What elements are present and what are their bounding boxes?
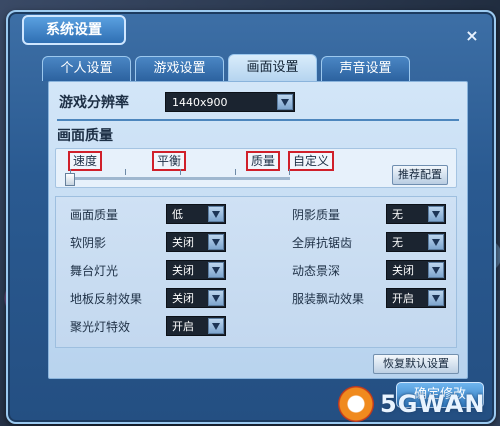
slider-thumb[interactable] xyxy=(65,173,75,186)
slider-tick xyxy=(235,169,236,175)
quality-section-title: 画面质量 xyxy=(57,128,113,144)
option-label: 动态景深 xyxy=(292,264,341,278)
option-label: 服装飘动效果 xyxy=(292,292,365,306)
recommended-config-button[interactable]: 推荐配置 xyxy=(392,165,448,185)
option-value: 开启 xyxy=(392,292,414,305)
option-label: 全屏抗锯齿 xyxy=(292,236,353,250)
option-select[interactable]: 无 xyxy=(386,232,446,252)
option-select[interactable]: 无 xyxy=(386,204,446,224)
option-value: 关闭 xyxy=(392,264,414,277)
chevron-down-icon[interactable] xyxy=(428,290,444,306)
close-icon[interactable]: × xyxy=(464,28,480,44)
watermark: 5GWAN xyxy=(338,384,485,424)
option-value: 关闭 xyxy=(172,292,194,305)
option-label: 画面质量 xyxy=(70,208,119,222)
option-label: 舞台灯光 xyxy=(70,264,119,278)
tab-display[interactable]: 画面设置 xyxy=(228,54,317,81)
chevron-down-icon[interactable] xyxy=(208,234,224,250)
preset-speed[interactable]: 速度 xyxy=(68,151,103,171)
option-select[interactable]: 关闭 xyxy=(386,260,446,280)
option-value: 关闭 xyxy=(172,264,194,277)
option-label: 地板反射效果 xyxy=(70,292,143,306)
option-label: 聚光灯特效 xyxy=(70,320,131,334)
option-select[interactable]: 低 xyxy=(166,204,226,224)
option-value: 无 xyxy=(392,236,403,249)
chevron-down-icon[interactable] xyxy=(208,262,224,278)
option-select[interactable]: 开启 xyxy=(386,288,446,308)
tab-game[interactable]: 游戏设置 xyxy=(135,56,224,81)
option-value: 关闭 xyxy=(172,236,194,249)
slider-tick xyxy=(125,169,126,175)
chevron-down-icon[interactable] xyxy=(208,206,224,222)
tab-personal[interactable]: 个人设置 xyxy=(42,56,131,81)
tab-sound[interactable]: 声音设置 xyxy=(321,56,410,81)
chevron-down-icon[interactable] xyxy=(277,94,293,110)
slider-tick xyxy=(180,169,181,175)
dialog-title: 系统设置 xyxy=(22,15,126,45)
advanced-options: 画面质量 低 软阴影 关闭 舞台灯光 关闭 地板反射效果 关闭 聚光灯特效 开启… xyxy=(55,196,457,348)
chevron-down-icon[interactable] xyxy=(428,206,444,222)
chevron-down-icon[interactable] xyxy=(208,290,224,306)
divider xyxy=(57,119,459,121)
slider-tick xyxy=(289,169,290,175)
option-value: 无 xyxy=(392,208,403,221)
chevron-down-icon[interactable] xyxy=(428,262,444,278)
resolution-label: 游戏分辨率 xyxy=(59,95,129,111)
watermark-logo-icon xyxy=(338,386,374,422)
settings-tabs: 个人设置 游戏设置 画面设置 声音设置 xyxy=(42,54,410,82)
option-value: 开启 xyxy=(172,320,194,333)
resolution-select[interactable]: 1440x900 xyxy=(165,92,295,112)
watermark-text: 5GWAN xyxy=(380,390,486,418)
preset-quality[interactable]: 质量 xyxy=(246,151,281,171)
option-value: 低 xyxy=(172,208,183,221)
option-select[interactable]: 关闭 xyxy=(166,260,226,280)
preset-balance[interactable]: 平衡 xyxy=(152,151,187,171)
chevron-down-icon[interactable] xyxy=(428,234,444,250)
option-label: 阴影质量 xyxy=(292,208,341,222)
resolution-value: 1440x900 xyxy=(172,96,228,109)
preset-custom[interactable]: 自定义 xyxy=(288,151,335,171)
option-label: 软阴影 xyxy=(70,236,107,250)
system-settings-dialog: 系统设置 × 个人设置 游戏设置 画面设置 声音设置 游戏分辨率 1440x90… xyxy=(6,10,496,424)
chevron-down-icon[interactable] xyxy=(208,318,224,334)
display-settings-panel: 游戏分辨率 1440x900 画面质量 速度 平衡 质量 自定义 推荐配置 画面… xyxy=(48,81,468,379)
slider-track[interactable] xyxy=(70,177,290,180)
option-select[interactable]: 开启 xyxy=(166,316,226,336)
option-select[interactable]: 关闭 xyxy=(166,288,226,308)
reset-defaults-button[interactable]: 恢复默认设置 xyxy=(373,354,459,374)
option-select[interactable]: 关闭 xyxy=(166,232,226,252)
quality-preset-slider: 速度 平衡 质量 自定义 推荐配置 xyxy=(55,148,457,188)
